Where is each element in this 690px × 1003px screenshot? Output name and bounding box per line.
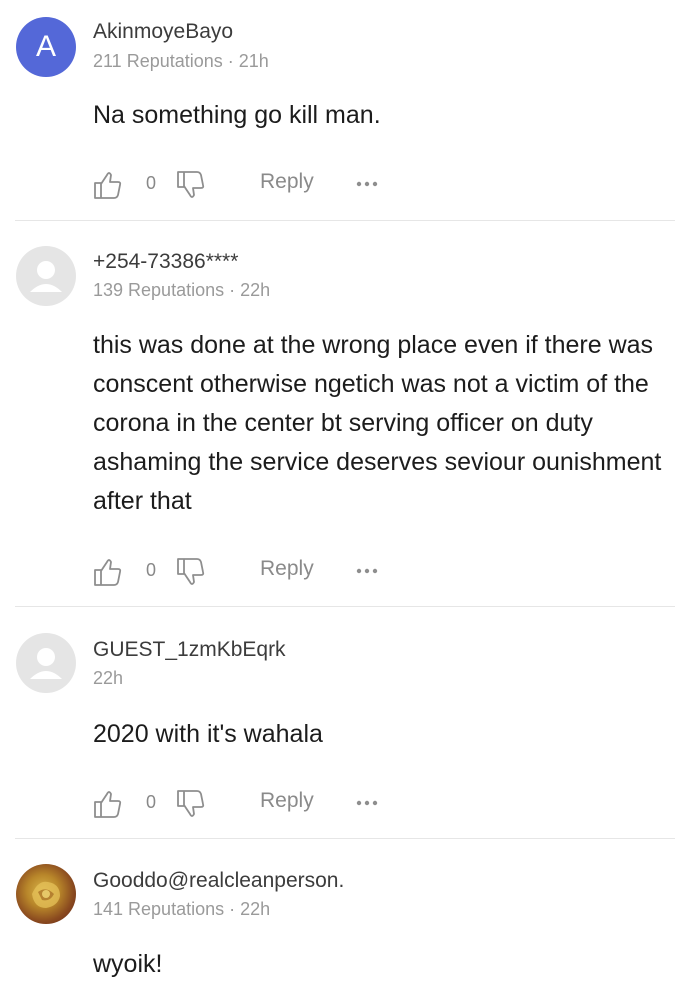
person-silhouette-icon: [30, 648, 62, 679]
more-dots-icon[interactable]: [353, 560, 381, 582]
comment-divider: [15, 606, 675, 607]
comment-username[interactable]: GUEST_1zmKbEqrk: [93, 638, 286, 662]
avatar-letter: A: [35, 30, 56, 63]
like-count: 0: [146, 173, 157, 193]
comment-actions: 0 Reply: [93, 788, 393, 824]
comment-text: 2020 with it's wahala: [93, 720, 323, 748]
avatar-photo-image: [32, 881, 60, 908]
avatar[interactable]: A: [16, 17, 76, 77]
thumbs-down-icon[interactable]: [176, 788, 206, 820]
thumbs-up-icon[interactable]: [93, 788, 123, 820]
reply-button[interactable]: Reply: [260, 170, 314, 194]
comment-actions: 0 Reply: [93, 556, 393, 592]
more-dots-icon[interactable]: [353, 792, 381, 814]
comment-meta: 139 Reputations · 22h: [93, 280, 271, 300]
comment-divider: [15, 838, 675, 839]
comment-username[interactable]: AkinmoyeBayo: [93, 20, 233, 44]
thumbs-down-icon[interactable]: [176, 556, 206, 588]
avatar[interactable]: [16, 864, 76, 924]
comment-text: wyoik!: [93, 950, 163, 978]
comment-meta: 22h: [93, 668, 124, 688]
comment-username[interactable]: Gooddo@realcleanperson.: [93, 869, 344, 893]
reply-button[interactable]: Reply: [260, 789, 314, 813]
thumbs-down-icon[interactable]: [176, 169, 206, 201]
comment-actions: 0 Reply: [93, 169, 393, 205]
comment-meta: 211 Reputations · 21h: [93, 51, 269, 71]
reply-button[interactable]: Reply: [260, 557, 314, 581]
comment-divider: [15, 220, 675, 221]
avatar[interactable]: [16, 246, 76, 306]
like-count: 0: [146, 560, 157, 580]
comment-meta: 141 Reputations · 22h: [93, 899, 271, 919]
comment-username[interactable]: +254-73386****: [93, 250, 238, 274]
thumbs-up-icon[interactable]: [93, 169, 123, 201]
person-silhouette-icon: [30, 261, 62, 292]
thumbs-up-icon[interactable]: [93, 556, 123, 588]
comment-text: this was done at the wrong place even if…: [93, 331, 662, 515]
like-count: 0: [146, 792, 157, 812]
comment-text: Na something go kill man.: [93, 101, 381, 129]
avatar[interactable]: [16, 633, 76, 693]
more-dots-icon[interactable]: [353, 173, 381, 195]
